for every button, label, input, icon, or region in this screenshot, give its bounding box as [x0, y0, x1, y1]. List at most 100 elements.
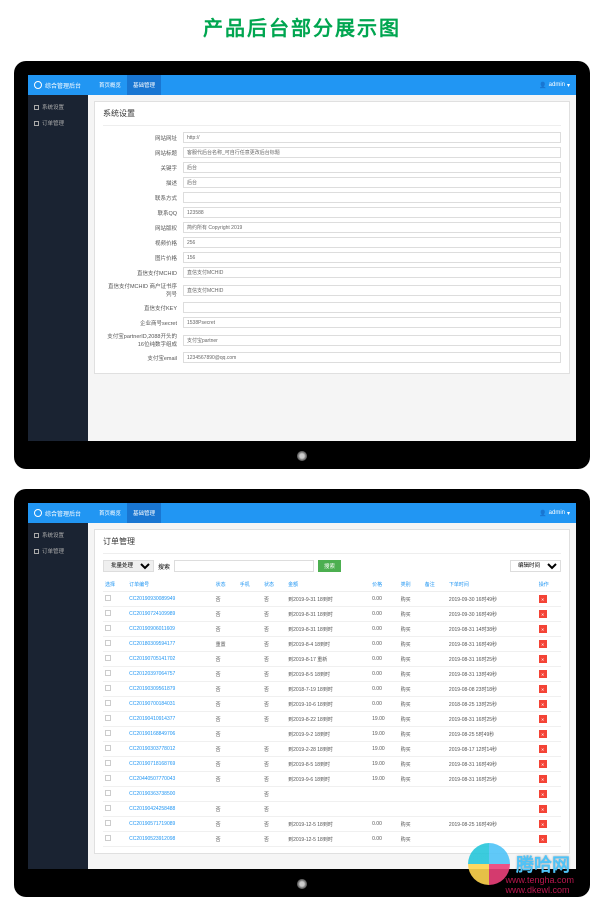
delete-button[interactable]: ✕ [539, 685, 547, 693]
watermark-url: www.tengha.comwww.dkewl.com [505, 875, 574, 895]
form-input[interactable] [183, 317, 561, 328]
row-checkbox[interactable] [105, 805, 111, 811]
cell [423, 667, 447, 682]
delete-button[interactable]: ✕ [539, 790, 547, 798]
tab-home[interactable]: 首页概览 [93, 75, 127, 95]
row-checkbox[interactable] [105, 745, 111, 751]
user-menu[interactable]: 👤 admin ▾ [539, 510, 570, 517]
delete-button[interactable]: ✕ [539, 610, 547, 618]
row-checkbox[interactable] [105, 760, 111, 766]
form-input[interactable] [183, 162, 561, 173]
row-checkbox[interactable] [105, 655, 111, 661]
cell: 购买 [399, 667, 423, 682]
delete-button[interactable]: ✕ [539, 700, 547, 708]
form-input[interactable] [183, 132, 561, 143]
order-id[interactable]: CC20190363738500 [127, 787, 213, 802]
order-id[interactable]: CC20190718168769 [127, 757, 213, 772]
row-checkbox[interactable] [105, 670, 111, 676]
order-id[interactable]: CC20190571719089 [127, 817, 213, 832]
form-input[interactable] [183, 192, 561, 203]
tab-home[interactable]: 首页概览 [93, 503, 127, 523]
sidebar-item-orders[interactable]: 订单管理 [28, 543, 88, 559]
delete-button[interactable]: ✕ [539, 745, 547, 753]
delete-button[interactable]: ✕ [539, 715, 547, 723]
row-checkbox[interactable] [105, 625, 111, 631]
delete-button[interactable]: ✕ [539, 775, 547, 783]
cell: 到2018-7-19 18到时 [286, 682, 370, 697]
form-input[interactable] [183, 352, 561, 363]
row-checkbox[interactable] [105, 700, 111, 706]
cell: 购买 [399, 772, 423, 787]
batch-select[interactable]: 批量处理 [103, 560, 154, 572]
form-row: 直信支付MCHID [103, 267, 561, 278]
form-input[interactable] [183, 237, 561, 248]
row-checkbox[interactable] [105, 820, 111, 826]
form-input[interactable] [183, 302, 561, 313]
user-menu[interactable]: 👤 admin ▾ [539, 82, 570, 89]
row-checkbox[interactable] [105, 775, 111, 781]
form-label: 支付宝email [103, 354, 183, 362]
order-id[interactable]: CC20120397064757 [127, 667, 213, 682]
row-checkbox[interactable] [105, 835, 111, 841]
form-input[interactable] [183, 177, 561, 188]
order-id[interactable]: CC20190930089949 [127, 592, 213, 607]
brand-text: 综合管理后台 [45, 81, 81, 90]
sidebar-item-settings[interactable]: 系统设置 [28, 99, 88, 115]
time-filter-select[interactable]: 编辑时间 [510, 560, 561, 572]
cell: 到2019-8-22 18到时 [286, 712, 370, 727]
row-checkbox[interactable] [105, 685, 111, 691]
delete-button[interactable]: ✕ [539, 760, 547, 768]
order-id[interactable]: CC20440507770043 [127, 772, 213, 787]
cell: 2019-08-31 16时49秒 [447, 757, 537, 772]
tab-base-manage[interactable]: 基础管理 [127, 503, 161, 523]
form-input[interactable] [183, 335, 561, 346]
form-input[interactable] [183, 222, 561, 233]
cell [423, 727, 447, 742]
row-checkbox[interactable] [105, 715, 111, 721]
order-id[interactable]: CC20190410914377 [127, 712, 213, 727]
order-id[interactable]: CC20190724109989 [127, 607, 213, 622]
form-input[interactable] [183, 147, 561, 158]
table-header: 状态 [214, 578, 238, 592]
search-button[interactable]: 搜索 [318, 560, 341, 572]
delete-button[interactable]: ✕ [539, 670, 547, 678]
delete-button[interactable]: ✕ [539, 595, 547, 603]
order-id[interactable]: CC20190700184031 [127, 697, 213, 712]
row-checkbox[interactable] [105, 790, 111, 796]
order-id[interactable]: CC20190424258488 [127, 802, 213, 817]
row-checkbox[interactable] [105, 730, 111, 736]
row-checkbox[interactable] [105, 595, 111, 601]
order-id[interactable]: CC20180309594177 [127, 637, 213, 652]
delete-button[interactable]: ✕ [539, 835, 547, 843]
tab-base-manage[interactable]: 基础管理 [127, 75, 161, 95]
delete-button[interactable]: ✕ [539, 655, 547, 663]
form-label: 联系方式 [103, 194, 183, 202]
form-input[interactable] [183, 252, 561, 263]
delete-button[interactable]: ✕ [539, 820, 547, 828]
order-id[interactable]: CC20190523912098 [127, 832, 213, 847]
delete-button[interactable]: ✕ [539, 625, 547, 633]
order-id[interactable]: CC20190705141702 [127, 652, 213, 667]
delete-button[interactable]: ✕ [539, 805, 547, 813]
search-input[interactable] [174, 560, 314, 572]
order-id[interactable]: CC20190906011609 [127, 622, 213, 637]
cell: 2019-08-31 13时49秒 [447, 667, 537, 682]
topbar: 综合管理后台 首页概览 基础管理 👤 admin ▾ [28, 75, 576, 95]
sidebar-item-orders[interactable]: 订单管理 [28, 115, 88, 131]
order-id[interactable]: CC20190303778012 [127, 742, 213, 757]
row-checkbox[interactable] [105, 610, 111, 616]
delete-button[interactable]: ✕ [539, 640, 547, 648]
form-input[interactable] [183, 267, 561, 278]
cell [423, 622, 447, 637]
row-checkbox[interactable] [105, 640, 111, 646]
order-id[interactable]: CC20190168849706 [127, 727, 213, 742]
sidebar-item-settings[interactable]: 系统设置 [28, 527, 88, 543]
form-input[interactable] [183, 285, 561, 296]
table-header: 手机 [238, 578, 262, 592]
table-row: CC20190571719089 否 否 到2019-12-5 18到时 0.0… [103, 817, 561, 832]
order-id[interactable]: CC20190309561879 [127, 682, 213, 697]
cell: 否 [262, 802, 286, 817]
form-input[interactable] [183, 207, 561, 218]
settings-panel: 系统设置 网站网址网站标题关键字描述联系方式联系QQ网站版权视频价格图片价格直信… [94, 101, 570, 374]
delete-button[interactable]: ✕ [539, 730, 547, 738]
